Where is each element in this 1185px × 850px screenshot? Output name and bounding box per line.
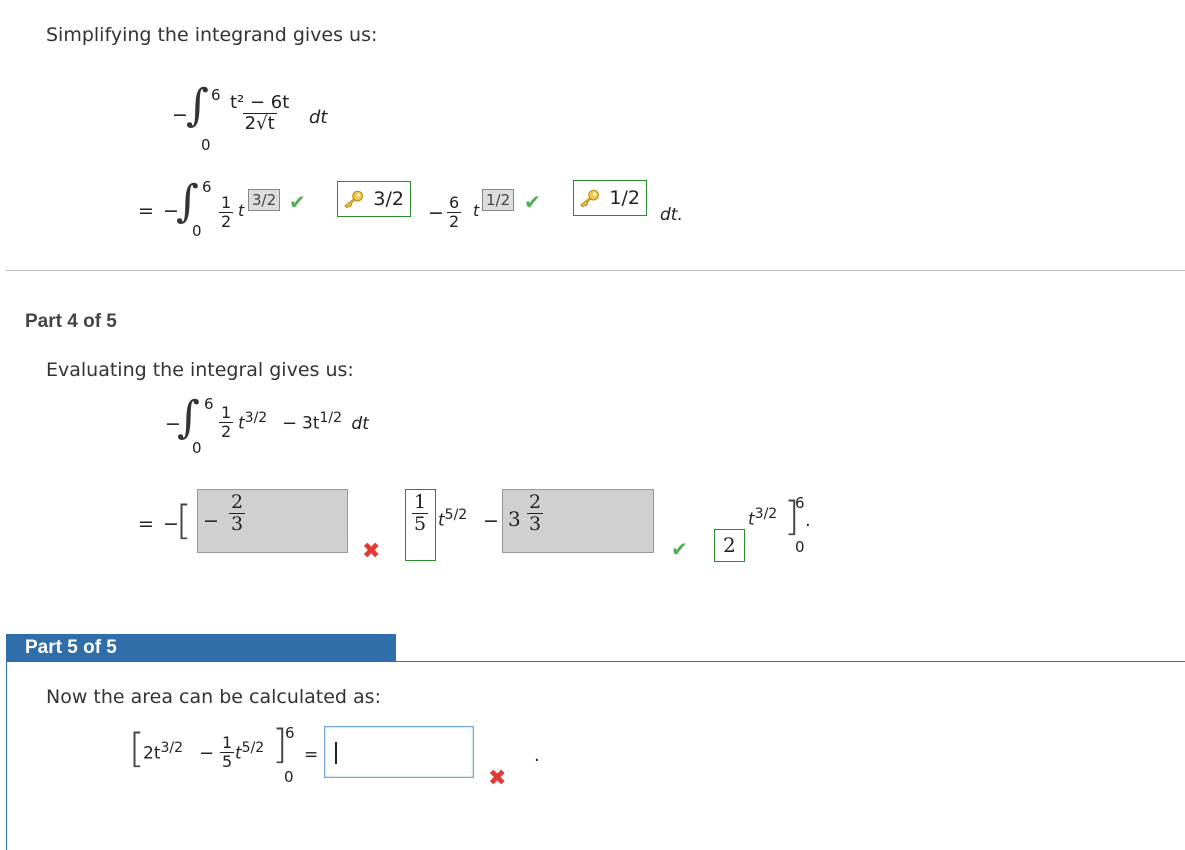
equals-sign: = xyxy=(138,200,154,222)
coef-den: 5 xyxy=(220,752,235,771)
integral-sign: ∫ xyxy=(177,392,200,443)
exponent: 3/2 xyxy=(754,506,778,522)
incorrect-cross-icon: ✖ xyxy=(362,539,381,564)
var-t: t xyxy=(238,413,245,434)
lower-limit: 0 xyxy=(201,136,211,154)
integral-sign: ∫ xyxy=(176,176,199,227)
lower-limit: 0 xyxy=(192,439,202,457)
minus-sign: − xyxy=(428,202,444,224)
num: 2 xyxy=(231,491,244,513)
exponent: 3/2 xyxy=(160,740,184,756)
num: 2 xyxy=(529,491,542,513)
part5-intro: Now the area can be calculated as: xyxy=(46,686,381,708)
key-icon xyxy=(580,189,599,208)
numerator: t² − 6t xyxy=(230,92,290,113)
var-t: t xyxy=(438,510,445,531)
answer-box-a[interactable] xyxy=(197,489,348,553)
operator: − xyxy=(199,743,215,764)
upper-limit: 6 xyxy=(204,395,214,413)
part4-intro: Evaluating the integral gives us: xyxy=(46,359,354,381)
coefficient-fifth: 15 xyxy=(220,733,235,771)
term-2t: 2t xyxy=(143,743,161,764)
area-answer-input[interactable] xyxy=(324,726,474,778)
equals-sign: = xyxy=(304,745,319,765)
coefficient-half: 12 xyxy=(219,193,234,231)
coef-num: 1 xyxy=(222,733,233,752)
whole-c: 3 xyxy=(508,507,521,531)
differential: dt xyxy=(309,107,328,128)
upper-limit: 6 xyxy=(211,86,221,104)
coef-3t: 3t xyxy=(302,413,320,434)
term-1: t3/2 xyxy=(238,410,267,434)
fraction-b: 15 xyxy=(412,491,429,535)
lower-limit: 0 xyxy=(284,768,294,786)
part5-underline xyxy=(396,661,1185,662)
period: . xyxy=(534,745,540,766)
expr-term-2: t5/2 xyxy=(235,740,264,764)
den: 3 xyxy=(229,513,246,535)
differential: dt. xyxy=(660,205,683,225)
integral-sign: ∫ xyxy=(186,80,209,131)
var-t: t xyxy=(235,743,242,764)
coef-den: 2 xyxy=(219,422,234,441)
equals-sign: = xyxy=(138,513,154,535)
lower-limit: 0 xyxy=(192,222,202,240)
section-divider xyxy=(6,270,1185,271)
part4-header: Part 4 of 5 xyxy=(25,311,117,332)
operator: − xyxy=(282,413,298,434)
integrand-fraction: t² − 6t 2√t xyxy=(228,94,291,133)
correct-check-icon: ✔ xyxy=(524,190,541,214)
variable-t: t xyxy=(238,201,245,220)
upper-limit: 6 xyxy=(285,724,295,742)
den: 3 xyxy=(527,513,544,535)
exponent: 5/2 xyxy=(241,740,265,756)
part5-header: Part 5 of 5 xyxy=(25,637,117,658)
coef-d: 2 xyxy=(723,533,736,557)
correct-check-icon: ✔ xyxy=(289,190,306,214)
exponent: 5/2 xyxy=(444,507,468,523)
exponent: 1/2 xyxy=(319,410,343,426)
expr-term-1: 2t3/2 xyxy=(143,740,183,764)
incorrect-cross-icon: ✖ xyxy=(488,766,507,791)
exponent: 3/2 xyxy=(244,410,268,426)
answer-box-c[interactable] xyxy=(502,489,654,553)
coefficient-half: 12 xyxy=(219,403,234,441)
upper-limit: 6 xyxy=(202,178,212,196)
term-b: t5/2 xyxy=(438,507,467,531)
key-value: 3/2 xyxy=(373,188,404,210)
part3-intro: Simplifying the integrand gives us: xyxy=(46,24,378,46)
operator: − xyxy=(483,510,499,532)
key-value: 1/2 xyxy=(609,187,640,209)
lower-limit: 0 xyxy=(795,538,805,556)
part5-left-border xyxy=(6,662,7,850)
left-bracket: [ xyxy=(176,498,192,544)
answer-key-1[interactable]: 3/2 xyxy=(337,181,411,217)
coef-num: 1 xyxy=(221,193,232,212)
text-caret xyxy=(335,742,337,764)
differential: dt xyxy=(351,413,369,434)
num: 1 xyxy=(414,491,427,513)
coef-den: 2 xyxy=(447,212,462,231)
var-t: t xyxy=(748,509,755,530)
coef-num: 1 xyxy=(221,403,232,422)
term-2: 3t1/2 dt xyxy=(302,410,369,434)
coef-num: 6 xyxy=(449,193,460,212)
key-icon xyxy=(344,190,363,209)
exponent-answer-2[interactable]: 1/2 xyxy=(482,189,515,211)
coefficient-six-halves: 62 xyxy=(447,193,462,231)
answer-key-2[interactable]: 1/2 xyxy=(573,180,647,216)
exponent-answer-1[interactable]: 3/2 xyxy=(248,189,281,211)
upper-limit: 6 xyxy=(795,494,805,512)
correct-check-icon: ✔ xyxy=(671,537,688,561)
denominator: 2√t xyxy=(242,113,277,134)
coef-den: 2 xyxy=(219,212,234,231)
den: 5 xyxy=(412,513,429,535)
fraction-c: 23 xyxy=(527,491,544,535)
period: . xyxy=(805,510,811,531)
fraction-a: 23 xyxy=(229,491,246,535)
term-d: t3/2 xyxy=(748,506,777,530)
variable-t: t xyxy=(473,201,480,220)
sign-a: − xyxy=(203,510,219,532)
